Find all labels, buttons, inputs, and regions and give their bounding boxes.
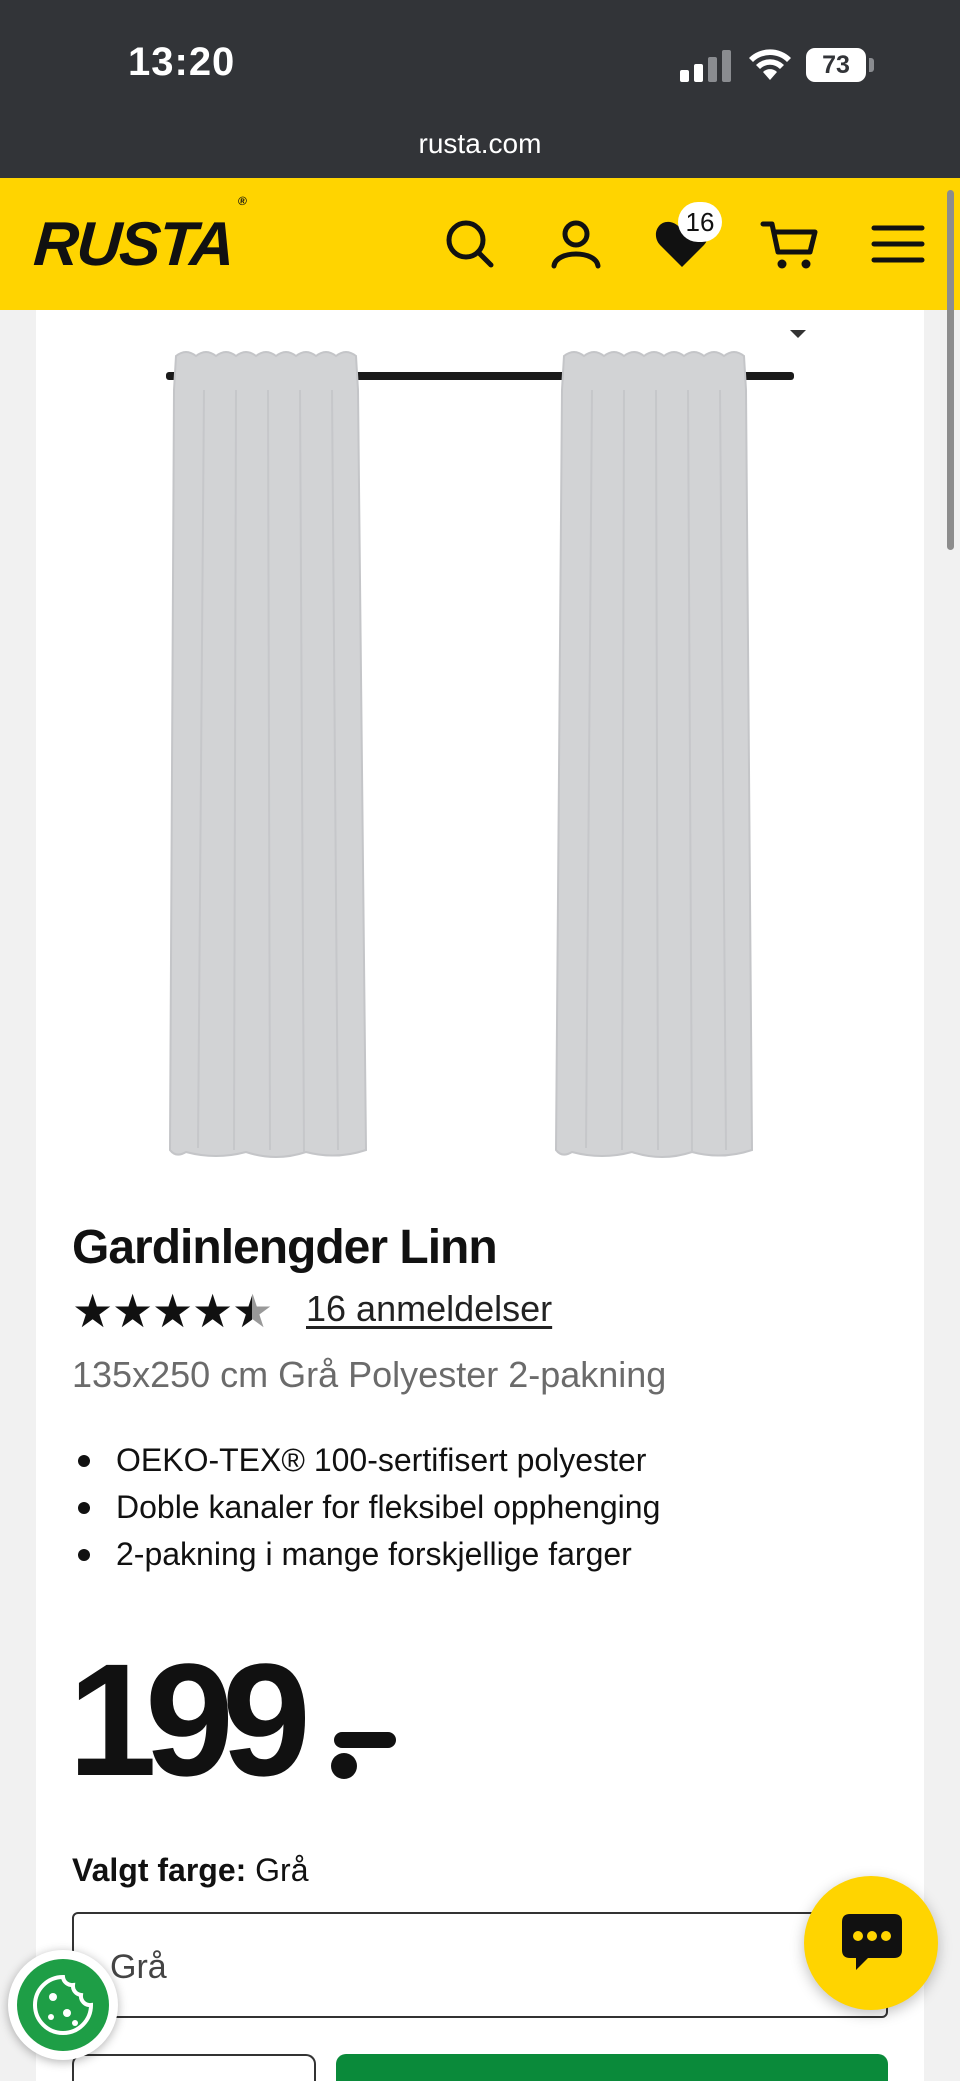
- signal-icon: [680, 50, 732, 82]
- color-select-value: Grå: [110, 1948, 167, 1986]
- status-bar: 13:20 73 rusta.com: [0, 0, 960, 178]
- star-full-icon: ★: [192, 1285, 234, 1337]
- star-half-icon: ★: [232, 1285, 274, 1337]
- product-price: 199: [68, 1630, 311, 1809]
- wifi-icon: [749, 49, 791, 80]
- cart-icon[interactable]: [760, 214, 820, 274]
- wishlist-count-badge: 16: [678, 202, 722, 242]
- url-bar[interactable]: rusta.com: [0, 128, 960, 160]
- chat-icon: [842, 1914, 902, 1970]
- feature-item: OEKO-TEX® 100-sertifisert polyester: [72, 1440, 660, 1487]
- page-scrollbar[interactable]: [947, 190, 954, 550]
- account-icon[interactable]: [546, 214, 606, 274]
- color-select[interactable]: Grå: [72, 1912, 888, 2018]
- feature-list: OEKO-TEX® 100-sertifisert polyester Dobl…: [72, 1440, 660, 1581]
- search-icon[interactable]: [440, 214, 500, 274]
- status-time: 13:20: [128, 40, 236, 84]
- cookie-badge: [17, 1959, 109, 2051]
- product-image-curtains[interactable]: [126, 330, 816, 1190]
- product-title: Gardinlengder Linn: [72, 1221, 498, 1274]
- price-dash-suffix: [331, 1732, 396, 1779]
- battery-indicator: 73: [806, 48, 866, 82]
- add-to-cart-button[interactable]: [336, 2054, 888, 2081]
- feature-item: 2-pakning i mange forskjellige farger: [72, 1534, 660, 1581]
- star-full-icon: ★: [152, 1285, 194, 1337]
- battery-tip: [869, 58, 874, 72]
- quantity-stepper[interactable]: [72, 2054, 316, 2081]
- cookie-settings-button[interactable]: [8, 1950, 118, 2060]
- reviews-link[interactable]: 16 anmeldelser: [306, 1288, 552, 1330]
- chat-button[interactable]: [804, 1876, 938, 2010]
- selected-color-value: Grå: [255, 1852, 309, 1888]
- product-subtitle: 135x250 cm Grå Polyester 2-pakning: [72, 1354, 667, 1395]
- site-header: RUSTA® 16: [0, 178, 960, 310]
- feature-item: Doble kanaler for fleksibel opphenging: [72, 1487, 660, 1534]
- rusta-logo[interactable]: RUSTA®: [31, 194, 246, 280]
- selected-color-label: Valgt farge:: [72, 1852, 247, 1888]
- star-full-icon: ★: [72, 1285, 114, 1337]
- logo-text: RUSTA: [31, 210, 236, 279]
- cookie-icon: [33, 1974, 94, 2035]
- rating-stars[interactable]: ★ ★ ★ ★ ★: [72, 1285, 274, 1337]
- menu-icon[interactable]: [868, 214, 928, 274]
- star-full-icon: ★: [112, 1285, 154, 1337]
- logo-registered-mark: ®: [237, 194, 246, 209]
- selected-color-text: Valgt farge: Grå: [72, 1852, 309, 1889]
